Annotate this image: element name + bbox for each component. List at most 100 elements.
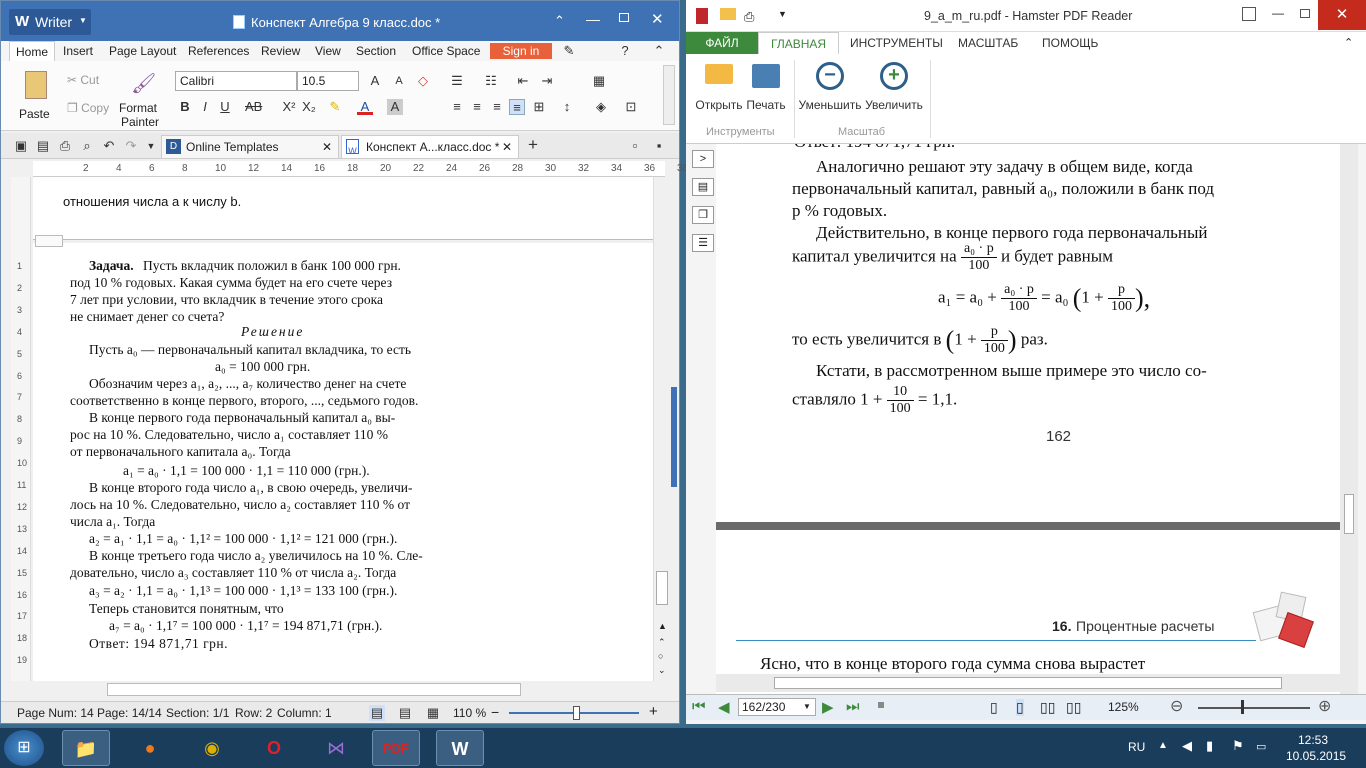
language-indicator[interactable]: RU	[1128, 740, 1145, 754]
tray-arrow-icon[interactable]: ▲	[1158, 740, 1168, 751]
char-shading-icon[interactable]: A	[387, 99, 403, 115]
taskbar-explorer-icon[interactable]: 📁	[62, 730, 110, 766]
print-button[interactable]: Печать	[742, 58, 790, 112]
indent-increase-icon[interactable]: ⇥	[539, 73, 555, 89]
print-quick-icon[interactable]: ⎙	[744, 9, 754, 25]
print-icon[interactable]: ⎙	[57, 138, 73, 154]
maximize-icon[interactable]	[1300, 9, 1310, 18]
pdf-vertical-scrollbar[interactable]	[1340, 144, 1358, 694]
clock-date[interactable]: 10.05.2015	[1286, 749, 1346, 763]
close-icon[interactable]: ✕	[651, 10, 664, 28]
new-tab-icon[interactable]: +	[525, 136, 541, 153]
highlight-icon[interactable]: ✎	[327, 99, 343, 115]
prev-page-icon[interactable]: ◀	[718, 698, 730, 716]
align-right-icon[interactable]: ≡	[489, 99, 505, 115]
zoom-slider-thumb[interactable]	[1241, 700, 1244, 714]
clear-format-icon[interactable]: ◇	[415, 73, 431, 89]
cut-button[interactable]: ✂ Cut	[67, 73, 99, 87]
paste-button[interactable]: Paste	[15, 67, 55, 123]
zoom-out-button[interactable]: − Уменьшить	[798, 58, 862, 112]
open-quick-icon[interactable]	[720, 8, 736, 20]
battery-icon[interactable]: ▭	[1256, 740, 1266, 753]
zoom-in-icon[interactable]: +	[649, 703, 658, 720]
font-size-select[interactable]: 10.5	[297, 71, 359, 91]
shading-icon[interactable]: ◈	[593, 99, 609, 115]
tab-home[interactable]: Home	[9, 41, 56, 61]
volume-icon[interactable]: ◀	[1182, 738, 1192, 754]
indent-decrease-icon[interactable]: ⇤	[515, 73, 531, 89]
expand-panel-icon[interactable]: >	[692, 150, 714, 168]
bullets-icon[interactable]: ☰	[449, 73, 465, 89]
tab-tools[interactable]: ИНСТРУМЕНТЫ	[838, 32, 955, 54]
two-continuous-icon[interactable]: ▯▯	[1066, 699, 1081, 716]
close-tab-icon[interactable]: ✕	[322, 136, 332, 158]
first-page-icon[interactable]: ⏮	[692, 698, 706, 715]
tab-review[interactable]: Review	[255, 41, 306, 61]
underline-icon[interactable]: U	[217, 99, 233, 115]
ribbon-scroll[interactable]	[663, 65, 675, 125]
single-page-icon[interactable]: ▯	[990, 699, 998, 716]
zoom-level[interactable]: 110 %	[453, 706, 486, 720]
minimize-icon[interactable]: —	[586, 11, 600, 27]
chevron-up-icon[interactable]: ⌃	[651, 43, 667, 59]
horizontal-ruler[interactable]: 2 4 6 8 10 12 14 16 18 20 22 24 26 28 30 32 34 36 38	[33, 161, 688, 177]
borders-icon[interactable]: ⊡	[623, 99, 639, 115]
select-browse-icon[interactable]: ○	[658, 651, 663, 661]
sign-in-button[interactable]: Sign in	[490, 43, 552, 59]
tab-insert[interactable]: Insert	[57, 41, 99, 61]
align-left-icon[interactable]: ≡	[449, 99, 465, 115]
shrink-font-icon[interactable]: A	[391, 73, 407, 89]
format-painter-button[interactable]: 🖌 Format Painter	[117, 67, 163, 129]
taskbar-chrome-icon[interactable]: ◉	[188, 730, 236, 766]
tab-references[interactable]: References	[182, 41, 255, 61]
copy-button[interactable]: ❐ Copy	[67, 101, 109, 115]
taskbar-pdf-icon[interactable]: PDF	[372, 730, 420, 766]
italic-icon[interactable]: I	[197, 99, 213, 115]
clock-time[interactable]: 12:53	[1298, 733, 1328, 747]
writer-app-menu[interactable]: W Writer ▼	[9, 9, 91, 35]
save-icon[interactable]: ▣	[13, 138, 29, 154]
close-tab-icon[interactable]: ✕	[502, 136, 512, 158]
stop-icon[interactable]	[878, 702, 884, 708]
zoom-slider[interactable]	[1198, 707, 1310, 709]
print-preview-icon[interactable]: ⌕	[79, 138, 95, 154]
undo-icon[interactable]: ↶	[101, 138, 117, 154]
flag-icon[interactable]: ⚑	[1232, 738, 1244, 754]
numbering-icon[interactable]: ☷	[483, 73, 499, 89]
next-page-icon[interactable]: ▶	[822, 698, 834, 716]
tab-scale[interactable]: МАСШТАБ	[946, 32, 1030, 54]
zoom-out-icon[interactable]: −	[491, 704, 499, 720]
taskbar-firefox-icon[interactable]: ●	[126, 730, 174, 766]
font-name-select[interactable]: Calibri	[175, 71, 297, 91]
redo-icon[interactable]: ↷	[123, 138, 139, 154]
two-page-icon[interactable]: ▯▯	[1040, 699, 1055, 716]
maximize-icon[interactable]	[619, 13, 629, 22]
network-icon[interactable]: ▮	[1206, 738, 1213, 754]
strikethrough-icon[interactable]: AB	[245, 99, 262, 115]
ribbon-toggle-icon[interactable]: ⌃	[554, 13, 565, 29]
close-doc-icon[interactable]: ▪	[651, 138, 667, 154]
scroll-thumb[interactable]	[774, 677, 1282, 689]
skin-icon[interactable]: ✎	[561, 43, 577, 59]
outline-view-icon[interactable]: ▤	[397, 705, 413, 721]
font-color-icon[interactable]: A	[357, 99, 373, 115]
tab-office-space[interactable]: Office Space	[406, 41, 486, 61]
tab-online-templates[interactable]: D Online Templates ✕	[161, 135, 339, 159]
line-spacing-icon[interactable]: ↕	[559, 99, 575, 115]
taskbar-writer-icon[interactable]: W	[436, 730, 484, 766]
page-number-input[interactable]: 162/230 ▼	[738, 698, 816, 716]
zoom-slider-thumb[interactable]	[573, 706, 580, 720]
open-button[interactable]: Открыть	[694, 58, 744, 112]
restore-doc-icon[interactable]: ▫	[627, 138, 643, 154]
start-button[interactable]: ⊞	[4, 730, 44, 766]
quick-access-dropdown-icon[interactable]: ▼	[143, 138, 159, 154]
vertical-scrollbar[interactable]: ▲ ⌃ ○ ⌄	[653, 177, 671, 681]
subscript-icon[interactable]: X₂	[301, 99, 317, 115]
tab-current-document[interactable]: W Конспект А...класс.doc * ✕	[341, 135, 519, 159]
document-page[interactable]: отношения числа а к числу b. Пусть вклад…	[33, 177, 653, 681]
minimize-icon[interactable]: —	[1272, 6, 1284, 20]
tab-page-layout[interactable]: Page Layout	[103, 41, 182, 61]
horizontal-scrollbar[interactable]	[33, 681, 673, 699]
bookmarks-icon[interactable]: ▤	[692, 178, 714, 196]
fullscreen-icon[interactable]	[1242, 7, 1256, 21]
